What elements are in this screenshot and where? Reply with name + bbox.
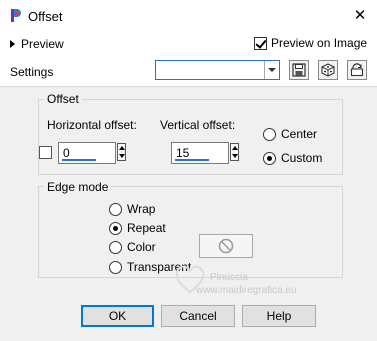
- chevron-right-icon: [10, 40, 15, 48]
- vertical-offset-value: 15: [176, 146, 190, 160]
- chevron-down-icon[interactable]: [264, 61, 279, 79]
- link-offsets-checkbox[interactable]: [39, 146, 52, 159]
- cancel-button[interactable]: Cancel: [161, 305, 235, 327]
- vertical-offset-label: Vertical offset:: [160, 118, 236, 132]
- edge-option-repeat[interactable]: Repeat: [109, 221, 166, 235]
- horizontal-offset-value: 0: [63, 146, 70, 160]
- horizontal-offset-stepper[interactable]: [117, 143, 126, 161]
- preview-on-image-toggle[interactable]: Preview on Image: [254, 36, 367, 50]
- watermark-name: Pinuccia: [210, 272, 248, 283]
- window-title: Offset: [28, 9, 63, 24]
- edge-option-wrap[interactable]: Wrap: [109, 202, 155, 216]
- edge-mode-legend: Edge mode: [44, 180, 112, 194]
- app-icon: [11, 9, 21, 22]
- preset-combobox[interactable]: [155, 60, 280, 80]
- title-bar: Offset ✕: [0, 0, 377, 32]
- edge-option-color[interactable]: Color: [109, 240, 156, 254]
- preview-label: Preview: [21, 37, 64, 51]
- center-radio[interactable]: [263, 127, 276, 141]
- vertical-focus-underline: [175, 159, 209, 161]
- preview-on-image-checkbox[interactable]: [254, 36, 267, 50]
- watermark-url: www.maidiregrafica.eu: [196, 285, 297, 296]
- disabled-icon: [218, 238, 234, 254]
- offset-group-legend: Offset: [44, 92, 82, 106]
- reset-icon: [350, 63, 364, 77]
- vertical-offset-input[interactable]: 15: [171, 142, 229, 164]
- floppy-icon: [292, 63, 306, 77]
- wrap-label: Wrap: [127, 202, 156, 216]
- color-label: Color: [127, 240, 156, 254]
- custom-radio[interactable]: [263, 151, 276, 165]
- horizontal-focus-underline: [62, 159, 96, 161]
- randomize-button[interactable]: [318, 60, 338, 80]
- wrap-radio[interactable]: [109, 202, 122, 216]
- horizontal-offset-label: Horizontal offset:: [47, 118, 137, 132]
- edge-color-swatch[interactable]: [199, 234, 253, 258]
- repeat-label: Repeat: [127, 221, 166, 235]
- preview-on-image-label: Preview on Image: [271, 36, 368, 50]
- repeat-radio[interactable]: [109, 221, 122, 235]
- center-label: Center: [281, 127, 318, 141]
- custom-label: Custom: [281, 151, 323, 165]
- color-radio[interactable]: [109, 240, 122, 254]
- ok-button[interactable]: OK: [81, 305, 154, 327]
- horizontal-offset-input[interactable]: 0: [58, 142, 116, 164]
- transparent-radio[interactable]: [109, 260, 122, 274]
- vertical-offset-stepper[interactable]: [230, 143, 239, 161]
- dice-icon: [321, 63, 335, 77]
- close-icon[interactable]: ✕: [350, 6, 370, 26]
- settings-label: Settings: [10, 65, 54, 79]
- save-preset-button[interactable]: [289, 60, 309, 80]
- custom-option[interactable]: Custom: [263, 151, 322, 165]
- preview-expander[interactable]: Preview: [10, 36, 64, 52]
- help-button[interactable]: Help: [242, 305, 316, 327]
- center-option[interactable]: Center: [263, 127, 317, 141]
- reset-button[interactable]: [347, 60, 367, 80]
